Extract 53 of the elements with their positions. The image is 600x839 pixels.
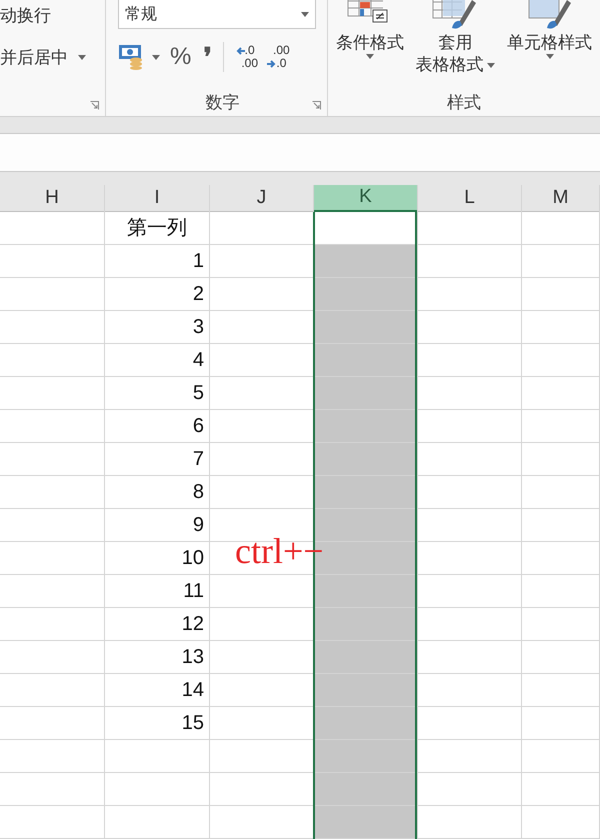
comma-style-button[interactable]: ❜ bbox=[203, 42, 212, 72]
table-cell: 9 bbox=[105, 509, 209, 542]
style-gallery-button[interactable]: 单元格样式 bbox=[507, 0, 592, 76]
table-cell: 13 bbox=[105, 641, 209, 674]
caret-icon bbox=[301, 12, 309, 16]
column-header[interactable]: L bbox=[418, 185, 521, 212]
column-header[interactable]: H bbox=[0, 185, 104, 212]
arrow-icon bbox=[236, 46, 245, 54]
caret-icon bbox=[366, 54, 374, 59]
group-label: 数字 bbox=[206, 92, 240, 114]
column-header[interactable]: I bbox=[105, 185, 209, 212]
ribbon-button[interactable]: 并后居中 bbox=[0, 42, 105, 72]
table-cell: 11 bbox=[105, 575, 209, 608]
table-cell: 1 bbox=[105, 245, 209, 278]
table-cell: 3 bbox=[105, 311, 209, 344]
caret-icon bbox=[152, 54, 160, 60]
table-cell: 8 bbox=[105, 476, 209, 509]
dialog-launcher-icon bbox=[312, 101, 321, 110]
caret-icon bbox=[487, 62, 496, 68]
table-cell: 10 bbox=[105, 542, 209, 575]
caret-icon bbox=[546, 54, 554, 59]
accounting-format-button[interactable] bbox=[118, 42, 160, 72]
table-brush-icon bbox=[432, 0, 478, 30]
decimal-label: .00 bbox=[273, 44, 290, 57]
decimal-label: .0 bbox=[276, 57, 286, 70]
cell-brush-icon bbox=[526, 0, 573, 30]
style-gallery-button[interactable]: 条件格式 bbox=[336, 0, 404, 76]
table-cell: 5 bbox=[105, 377, 209, 410]
caret-icon bbox=[78, 54, 86, 60]
ribbon-button[interactable]: 动换行 bbox=[0, 0, 105, 30]
decimal-label: .0 bbox=[244, 44, 255, 57]
table-cell: 7 bbox=[105, 443, 209, 476]
dialog-launcher-icon bbox=[90, 101, 99, 110]
decimal-label: .00 bbox=[241, 57, 258, 70]
decrease-decimal-button[interactable]: .00 .0 bbox=[264, 42, 290, 72]
style-gallery-button[interactable]: 套用 表格格式 bbox=[415, 0, 496, 76]
increase-decimal-button[interactable]: .0 .00 bbox=[232, 42, 258, 72]
column-header[interactable]: J bbox=[210, 185, 313, 212]
column-header[interactable]: K bbox=[314, 185, 417, 212]
table-cell: 4 bbox=[105, 344, 209, 377]
percent-button[interactable]: % bbox=[170, 42, 192, 72]
table-cell: 第一列 bbox=[105, 212, 209, 245]
table-cell: 2 bbox=[105, 278, 209, 311]
arrow-icon bbox=[267, 60, 276, 68]
table-cell: 6 bbox=[105, 410, 209, 443]
table-cell: 12 bbox=[105, 608, 209, 641]
number-format-dropdown[interactable]: 常规 bbox=[118, 0, 316, 29]
column-header[interactable]: M bbox=[522, 185, 599, 212]
group-label: 样式 bbox=[447, 92, 481, 114]
active-cell[interactable] bbox=[315, 212, 415, 245]
table-cell: 14 bbox=[105, 674, 209, 707]
formula-bar[interactable] bbox=[0, 133, 600, 172]
table-cell: 15 bbox=[105, 707, 209, 740]
